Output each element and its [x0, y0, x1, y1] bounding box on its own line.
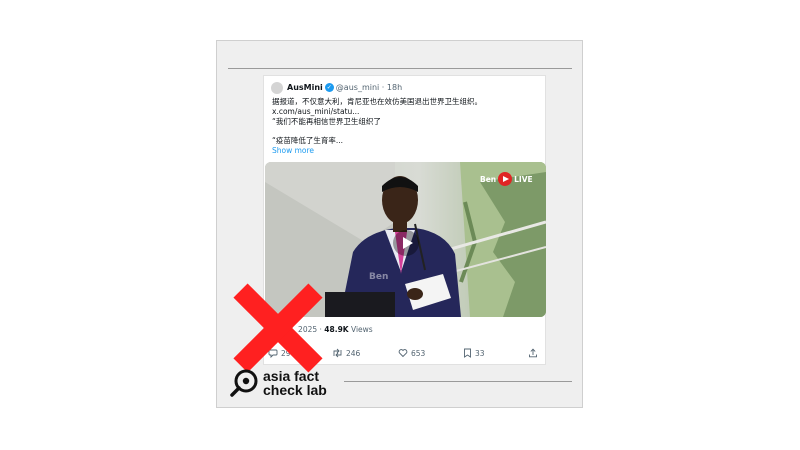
author-handle[interactable]: @aus_mini [336, 83, 379, 92]
bookmark-icon [464, 348, 471, 358]
share-icon [529, 348, 537, 358]
verified-icon: ✓ [324, 83, 334, 92]
bottom-divider [344, 381, 572, 382]
view-count: 48.9K [324, 325, 349, 334]
top-divider [228, 68, 572, 69]
like-count: 653 [411, 348, 426, 358]
live-label: LIVE [514, 174, 533, 184]
cross-mark-icon [233, 283, 323, 373]
tweet-header: AusMini ✓ @aus_mini · 18h [287, 81, 402, 94]
tweet-line-1: 据报道，不仅意大利，肯尼亚也在效仿美国退出世界卫生组织。 [272, 97, 482, 106]
watermark-text: Ben [480, 174, 497, 184]
like-button[interactable]: 653 [398, 348, 425, 358]
asia-fact-check-lab-logo: asia fact check lab [229, 367, 339, 399]
tweet-link[interactable]: x.com/aus_mini/statu... [272, 107, 359, 117]
live-icon [498, 172, 513, 186]
logo-line-2: check lab [263, 382, 327, 398]
tweet-line-4: “疫苗降低了生育率... [272, 136, 344, 145]
retweet-icon [333, 348, 342, 358]
live-watermark: Ben LIVE [480, 172, 533, 186]
tweet-time[interactable]: 18h [387, 83, 402, 92]
bookmark-button[interactable]: 33 [463, 348, 485, 358]
avatar[interactable] [271, 82, 283, 94]
show-more-link[interactable]: Show more [272, 146, 314, 155]
retweet-button[interactable]: 246 [332, 348, 360, 358]
play-icon[interactable] [393, 230, 419, 256]
views-label: Views [348, 325, 373, 334]
share-button[interactable] [528, 348, 538, 358]
retweet-count: 246 [346, 348, 361, 358]
author-name[interactable]: AusMini [287, 83, 323, 92]
separator-dot: · [379, 83, 387, 92]
magnifier-logo-icon [230, 369, 258, 397]
tweet-line-3: “我们不能再相信世界卫生组织了 [272, 117, 381, 126]
like-icon [398, 349, 408, 358]
logo-line-1: asia fact [263, 368, 320, 384]
bookmark-count: 33 [475, 348, 485, 358]
overlay-watermark: Ben [369, 272, 389, 282]
